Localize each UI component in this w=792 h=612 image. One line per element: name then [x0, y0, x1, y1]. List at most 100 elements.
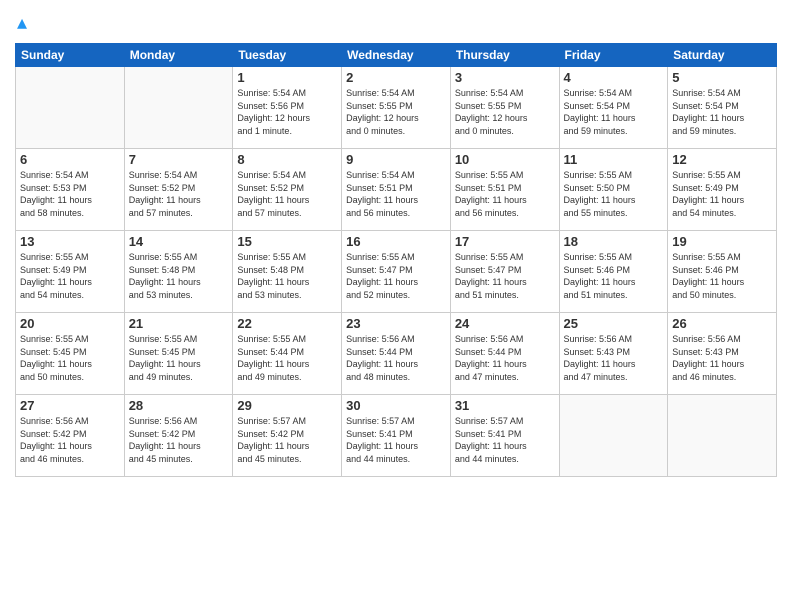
calendar-cell: 25 Sunrise: 5:56 AM Sunset: 5:43 PM Dayli…: [559, 313, 668, 395]
day-info: Sunrise: 5:56 AM Sunset: 5:43 PM Dayligh…: [564, 333, 664, 383]
day-number: 11: [564, 152, 664, 167]
day-number: 2: [346, 70, 446, 85]
calendar-header-tuesday: Tuesday: [233, 44, 342, 67]
day-info: Sunrise: 5:56 AM Sunset: 5:43 PM Dayligh…: [672, 333, 772, 383]
calendar-header-thursday: Thursday: [450, 44, 559, 67]
day-info: Sunrise: 5:54 AM Sunset: 5:51 PM Dayligh…: [346, 169, 446, 219]
day-info: Sunrise: 5:54 AM Sunset: 5:54 PM Dayligh…: [672, 87, 772, 137]
day-info: Sunrise: 5:54 AM Sunset: 5:56 PM Dayligh…: [237, 87, 337, 137]
day-number: 31: [455, 398, 555, 413]
day-info: Sunrise: 5:55 AM Sunset: 5:48 PM Dayligh…: [129, 251, 229, 301]
calendar-cell: 27 Sunrise: 5:56 AM Sunset: 5:42 PM Dayli…: [16, 395, 125, 477]
calendar-cell: 4 Sunrise: 5:54 AM Sunset: 5:54 PM Daylig…: [559, 67, 668, 149]
calendar-cell: 12 Sunrise: 5:55 AM Sunset: 5:49 PM Dayli…: [668, 149, 777, 231]
day-number: 22: [237, 316, 337, 331]
day-number: 28: [129, 398, 229, 413]
day-info: Sunrise: 5:55 AM Sunset: 5:51 PM Dayligh…: [455, 169, 555, 219]
calendar-week-row: 13Sunrise: 5:55 AM Sunset: 5:49 PM Dayli…: [16, 231, 777, 313]
day-info: Sunrise: 5:54 AM Sunset: 5:55 PM Dayligh…: [455, 87, 555, 137]
calendar-cell: 3 Sunrise: 5:54 AM Sunset: 5:55 PM Daylig…: [450, 67, 559, 149]
day-info: Sunrise: 5:55 AM Sunset: 5:47 PM Dayligh…: [346, 251, 446, 301]
calendar-cell: 15Sunrise: 5:55 AM Sunset: 5:48 PM Dayli…: [233, 231, 342, 313]
calendar-cell: 31Sunrise: 5:57 AM Sunset: 5:41 PM Dayli…: [450, 395, 559, 477]
day-number: 29: [237, 398, 337, 413]
calendar-cell: 19Sunrise: 5:55 AM Sunset: 5:46 PM Dayli…: [668, 231, 777, 313]
day-number: 12: [672, 152, 772, 167]
calendar-cell: [124, 67, 233, 149]
calendar-header-saturday: Saturday: [668, 44, 777, 67]
day-number: 4: [564, 70, 664, 85]
day-number: 30: [346, 398, 446, 413]
calendar-cell: 16Sunrise: 5:55 AM Sunset: 5:47 PM Dayli…: [342, 231, 451, 313]
calendar-cell: 1 Sunrise: 5:54 AM Sunset: 5:56 PM Daylig…: [233, 67, 342, 149]
calendar-cell: 21 Sunrise: 5:55 AM Sunset: 5:45 PM Dayli…: [124, 313, 233, 395]
day-number: 23: [346, 316, 446, 331]
calendar-cell: 26 Sunrise: 5:56 AM Sunset: 5:43 PM Dayli…: [668, 313, 777, 395]
calendar-cell: 23 Sunrise: 5:56 AM Sunset: 5:44 PM Dayli…: [342, 313, 451, 395]
calendar-cell: 30 Sunrise: 5:57 AM Sunset: 5:41 PM Dayli…: [342, 395, 451, 477]
day-info: Sunrise: 5:56 AM Sunset: 5:42 PM Dayligh…: [129, 415, 229, 465]
calendar-cell: 9 Sunrise: 5:54 AM Sunset: 5:51 PM Daylig…: [342, 149, 451, 231]
logo: ▴: [15, 10, 27, 35]
day-number: 17: [455, 234, 555, 249]
calendar-cell: 8Sunrise: 5:54 AM Sunset: 5:52 PM Daylig…: [233, 149, 342, 231]
calendar-cell: 6 Sunrise: 5:54 AM Sunset: 5:53 PM Daylig…: [16, 149, 125, 231]
calendar-header-sunday: Sunday: [16, 44, 125, 67]
calendar-cell: 22 Sunrise: 5:55 AM Sunset: 5:44 PM Dayli…: [233, 313, 342, 395]
logo-bird-icon: ▴: [17, 10, 27, 35]
calendar-cell: 11 Sunrise: 5:55 AM Sunset: 5:50 PM Dayli…: [559, 149, 668, 231]
day-info: Sunrise: 5:56 AM Sunset: 5:42 PM Dayligh…: [20, 415, 120, 465]
day-info: Sunrise: 5:55 AM Sunset: 5:44 PM Dayligh…: [237, 333, 337, 383]
day-info: Sunrise: 5:54 AM Sunset: 5:55 PM Dayligh…: [346, 87, 446, 137]
calendar-cell: 2 Sunrise: 5:54 AM Sunset: 5:55 PM Daylig…: [342, 67, 451, 149]
day-info: Sunrise: 5:55 AM Sunset: 5:49 PM Dayligh…: [672, 169, 772, 219]
day-number: 19: [672, 234, 772, 249]
calendar-cell: 18 Sunrise: 5:55 AM Sunset: 5:46 PM Dayli…: [559, 231, 668, 313]
calendar-week-row: 1 Sunrise: 5:54 AM Sunset: 5:56 PM Daylig…: [16, 67, 777, 149]
day-info: Sunrise: 5:54 AM Sunset: 5:53 PM Dayligh…: [20, 169, 120, 219]
day-number: 25: [564, 316, 664, 331]
day-number: 26: [672, 316, 772, 331]
calendar-cell: [668, 395, 777, 477]
day-number: 3: [455, 70, 555, 85]
day-info: Sunrise: 5:55 AM Sunset: 5:45 PM Dayligh…: [129, 333, 229, 383]
day-info: Sunrise: 5:55 AM Sunset: 5:47 PM Dayligh…: [455, 251, 555, 301]
calendar-cell: 29Sunrise: 5:57 AM Sunset: 5:42 PM Dayli…: [233, 395, 342, 477]
day-number: 13: [20, 234, 120, 249]
day-info: Sunrise: 5:54 AM Sunset: 5:52 PM Dayligh…: [129, 169, 229, 219]
day-info: Sunrise: 5:55 AM Sunset: 5:45 PM Dayligh…: [20, 333, 120, 383]
calendar-header-monday: Monday: [124, 44, 233, 67]
day-number: 27: [20, 398, 120, 413]
calendar-week-row: 6 Sunrise: 5:54 AM Sunset: 5:53 PM Daylig…: [16, 149, 777, 231]
calendar-cell: 17 Sunrise: 5:55 AM Sunset: 5:47 PM Dayli…: [450, 231, 559, 313]
day-info: Sunrise: 5:57 AM Sunset: 5:41 PM Dayligh…: [346, 415, 446, 465]
day-info: Sunrise: 5:56 AM Sunset: 5:44 PM Dayligh…: [455, 333, 555, 383]
page-header: ▴: [15, 10, 777, 35]
calendar-cell: 5 Sunrise: 5:54 AM Sunset: 5:54 PM Daylig…: [668, 67, 777, 149]
day-number: 9: [346, 152, 446, 167]
day-number: 1: [237, 70, 337, 85]
day-number: 20: [20, 316, 120, 331]
calendar-header-wednesday: Wednesday: [342, 44, 451, 67]
calendar-cell: 24Sunrise: 5:56 AM Sunset: 5:44 PM Dayli…: [450, 313, 559, 395]
day-number: 15: [237, 234, 337, 249]
day-info: Sunrise: 5:55 AM Sunset: 5:50 PM Dayligh…: [564, 169, 664, 219]
day-info: Sunrise: 5:56 AM Sunset: 5:44 PM Dayligh…: [346, 333, 446, 383]
day-info: Sunrise: 5:54 AM Sunset: 5:54 PM Dayligh…: [564, 87, 664, 137]
day-number: 6: [20, 152, 120, 167]
calendar-cell: 20 Sunrise: 5:55 AM Sunset: 5:45 PM Dayli…: [16, 313, 125, 395]
day-number: 10: [455, 152, 555, 167]
day-number: 18: [564, 234, 664, 249]
calendar-cell: [559, 395, 668, 477]
calendar-table: SundayMondayTuesdayWednesdayThursdayFrid…: [15, 43, 777, 477]
calendar-cell: 10 Sunrise: 5:55 AM Sunset: 5:51 PM Dayli…: [450, 149, 559, 231]
calendar-cell: 13Sunrise: 5:55 AM Sunset: 5:49 PM Dayli…: [16, 231, 125, 313]
calendar-week-row: 20 Sunrise: 5:55 AM Sunset: 5:45 PM Dayli…: [16, 313, 777, 395]
day-number: 7: [129, 152, 229, 167]
day-number: 14: [129, 234, 229, 249]
calendar-week-row: 27 Sunrise: 5:56 AM Sunset: 5:42 PM Dayli…: [16, 395, 777, 477]
day-info: Sunrise: 5:55 AM Sunset: 5:46 PM Dayligh…: [564, 251, 664, 301]
day-number: 21: [129, 316, 229, 331]
day-number: 5: [672, 70, 772, 85]
day-info: Sunrise: 5:54 AM Sunset: 5:52 PM Dayligh…: [237, 169, 337, 219]
